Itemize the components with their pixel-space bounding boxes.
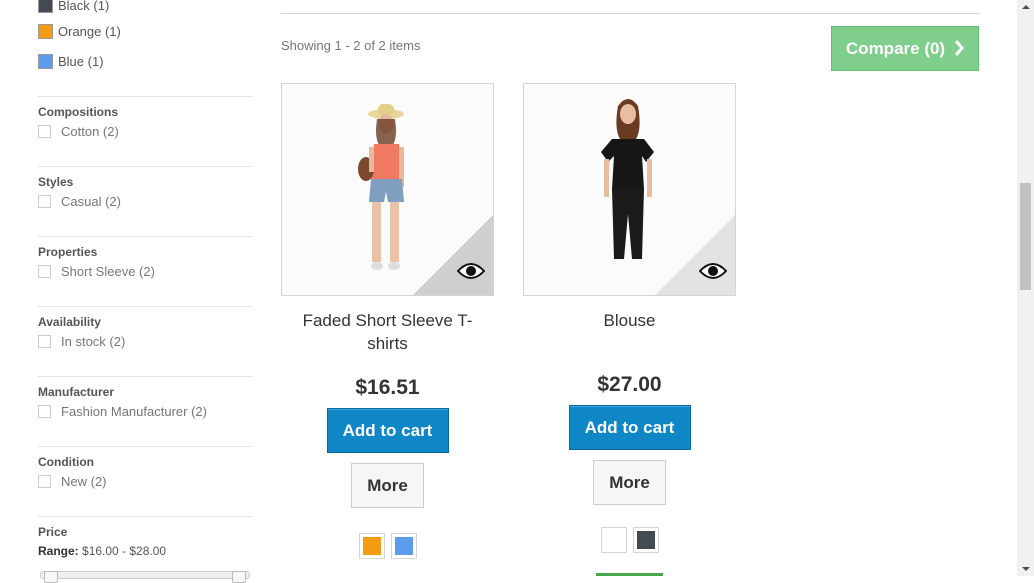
filter-section-availability: Availability In stock (2) <box>38 306 252 349</box>
checkbox[interactable] <box>38 335 51 348</box>
add-to-cart-button[interactable]: Add to cart <box>568 405 691 450</box>
filter-option-in-stock[interactable]: In stock (2) <box>38 334 252 349</box>
product-name[interactable]: Blouse <box>523 309 736 332</box>
divider <box>281 13 980 14</box>
filter-option-label: Fashion Manufacturer (2) <box>61 404 207 419</box>
more-button[interactable]: More <box>593 460 666 505</box>
color-swatch-blue[interactable] <box>38 54 53 69</box>
product-name[interactable]: Faded Short Sleeve T-shirts <box>281 309 494 355</box>
checkbox[interactable] <box>38 125 51 138</box>
scroll-thumb[interactable] <box>1020 183 1031 290</box>
quick-view-corner[interactable] <box>413 215 493 295</box>
filter-title: Compositions <box>38 105 118 119</box>
eye-icon[interactable] <box>699 261 727 281</box>
filter-option-label: Cotton (2) <box>61 124 119 139</box>
results-count: Showing 1 - 2 of 2 items <box>281 38 421 53</box>
color-swatches <box>281 533 494 559</box>
filter-section-properties: Properties Short Sleeve (2) <box>38 236 252 279</box>
filter-section-compositions: Compositions Cotton (2) <box>38 96 252 139</box>
checkbox[interactable] <box>38 405 51 418</box>
more-button[interactable]: More <box>351 463 424 508</box>
color-label-blue: Blue (1) <box>58 54 104 69</box>
filter-option-label: In stock (2) <box>61 334 126 349</box>
checkbox[interactable] <box>38 265 51 278</box>
filter-title: Styles <box>38 175 74 189</box>
filter-section-condition: Condition New (2) <box>38 446 252 489</box>
checkbox[interactable] <box>38 475 51 488</box>
chevron-right-icon <box>954 39 965 56</box>
filter-title: Price <box>38 525 68 539</box>
color-filter-orange[interactable]: Orange (1) <box>38 24 121 39</box>
filter-title: Condition <box>38 455 94 469</box>
compare-button[interactable]: Compare (0) <box>831 26 979 71</box>
product-price: $27.00 <box>597 373 662 396</box>
filter-option-fashion-manufacturer[interactable]: Fashion Manufacturer (2) <box>38 404 252 419</box>
filter-section-styles: Styles Casual (2) <box>38 166 252 209</box>
filter-title: Manufacturer <box>38 385 115 399</box>
color-swatch-white[interactable] <box>600 527 627 553</box>
filter-section-price: Price Range: $16.00 - $28.00 <box>38 516 252 558</box>
color-swatch-orange[interactable] <box>358 533 385 559</box>
filter-title: Properties <box>38 245 98 259</box>
scroll-up-icon[interactable] <box>1022 5 1030 9</box>
page-scrollbar[interactable] <box>1017 0 1034 576</box>
filter-option-new[interactable]: New (2) <box>38 474 252 489</box>
color-swatch-black[interactable] <box>38 0 53 13</box>
filter-option-label: New (2) <box>61 474 107 489</box>
compare-label: Compare (0) <box>845 38 946 58</box>
price-slider-max-handle[interactable] <box>232 571 246 583</box>
filter-option-short-sleeve[interactable]: Short Sleeve (2) <box>38 264 252 279</box>
filter-option-casual[interactable]: Casual (2) <box>38 194 252 209</box>
add-to-cart-button[interactable]: Add to cart <box>326 408 449 453</box>
product-image[interactable] <box>281 83 494 296</box>
product-image[interactable] <box>523 83 736 296</box>
filter-section-manufacturer: Manufacturer Fashion Manufacturer (2) <box>38 376 252 419</box>
price-slider-min-handle[interactable] <box>44 571 58 583</box>
price-range-label: Range: <box>38 544 79 558</box>
price-range: Range: $16.00 - $28.00 <box>38 544 252 558</box>
quick-view-corner[interactable] <box>655 215 735 295</box>
filter-title: Availability <box>38 315 101 329</box>
checkbox[interactable] <box>38 195 51 208</box>
eye-icon[interactable] <box>457 261 485 281</box>
price-slider[interactable] <box>40 571 250 583</box>
filter-option-label: Casual (2) <box>61 194 121 209</box>
price-range-value: $16.00 - $28.00 <box>82 544 167 558</box>
color-filter-blue[interactable]: Blue (1) <box>38 54 104 69</box>
filter-option-label: Short Sleeve (2) <box>61 264 155 279</box>
color-swatches <box>523 527 736 553</box>
color-label-orange: Orange (1) <box>58 24 121 39</box>
product-price: $16.51 <box>355 376 420 399</box>
color-swatch-orange[interactable] <box>38 24 53 39</box>
color-swatch-blue[interactable] <box>390 533 417 559</box>
color-swatch-black[interactable] <box>632 527 659 553</box>
product-card: Blouse $27.00 Add to cart More <box>523 83 736 553</box>
product-card: Faded Short Sleeve T-shirts $16.51 Add t… <box>281 83 494 559</box>
color-label-black: Black (1) <box>58 0 110 13</box>
filter-option-cotton[interactable]: Cotton (2) <box>38 124 252 139</box>
scroll-down-icon[interactable] <box>1022 567 1030 571</box>
color-filter-black[interactable]: Black (1) <box>38 0 109 13</box>
